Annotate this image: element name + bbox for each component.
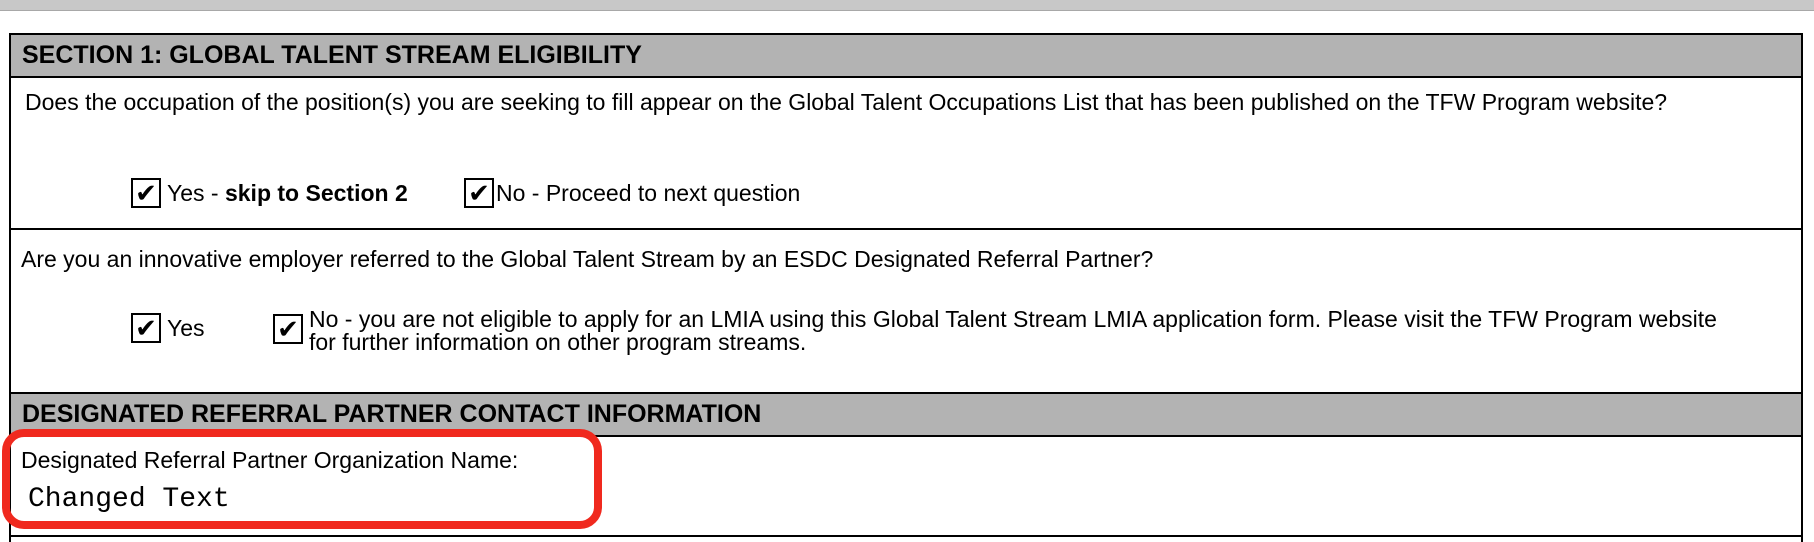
window-top-bar [0, 0, 1814, 11]
q2-yes-option[interactable]: ✔ Yes [131, 313, 205, 343]
bottom-rule [11, 535, 1801, 537]
q1-yes-checkbox[interactable]: ✔ [131, 178, 161, 208]
question1-text: Does the occupation of the position(s) y… [25, 89, 1668, 115]
q2-yes-label: Yes [167, 315, 205, 341]
q1-no-checkbox[interactable]: ✔ [464, 178, 494, 208]
referral-header: DESIGNATED REFERRAL PARTNER CONTACT INFO… [11, 392, 1801, 437]
q2-no-checkbox[interactable]: ✔ [273, 314, 303, 344]
lmia-form-page: SECTION 1: GLOBAL TALENT STREAM ELIGIBIL… [2, 33, 1803, 542]
q2-yes-checkbox[interactable]: ✔ [131, 313, 161, 343]
question2-text: Are you an innovative employer referred … [21, 246, 1154, 272]
org-name-field[interactable]: Changed Text [28, 484, 628, 515]
q2-no-option[interactable]: ✔ No - you are not eligible to apply for… [273, 308, 1733, 354]
org-name-label: Designated Referral Partner Organization… [21, 447, 519, 473]
q1-no-option[interactable]: ✔ No - Proceed to next question [464, 178, 800, 208]
question2-block: Are you an innovative employer referred … [11, 230, 1801, 392]
q1-yes-option[interactable]: ✔ Yes - skip to Section 2 [131, 178, 408, 208]
q1-no-label: No - Proceed to next question [496, 180, 801, 206]
q1-yes-label: Yes - skip to Section 2 [167, 180, 408, 206]
section1-title: SECTION 1: GLOBAL TALENT STREAM ELIGIBIL… [22, 41, 642, 69]
referral-title: DESIGNATED REFERRAL PARTNER CONTACT INFO… [22, 400, 762, 428]
question1-block: Does the occupation of the position(s) y… [11, 78, 1801, 230]
q2-no-label: No - you are not eligible to apply for a… [309, 306, 1717, 355]
section1-header: SECTION 1: GLOBAL TALENT STREAM ELIGIBIL… [11, 35, 1801, 78]
